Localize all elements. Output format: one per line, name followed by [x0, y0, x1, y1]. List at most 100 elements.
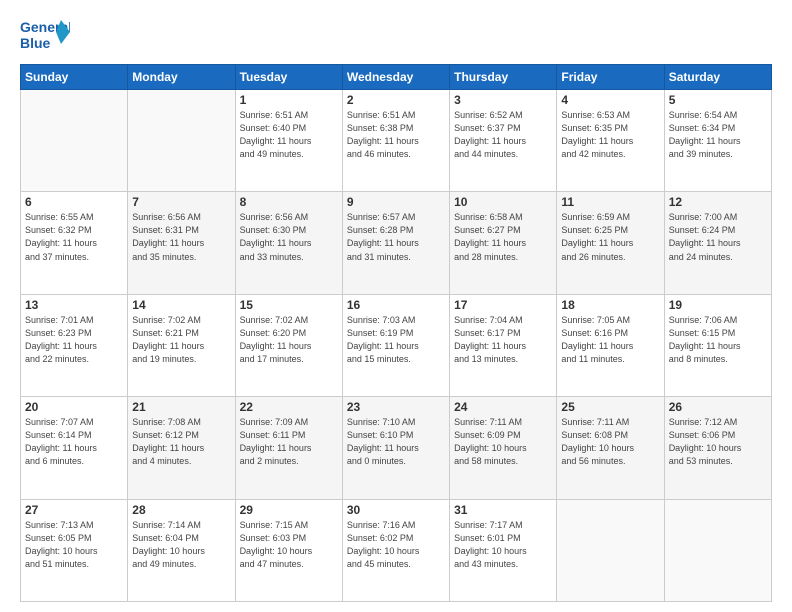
- day-number: 15: [240, 298, 338, 312]
- day-number: 23: [347, 400, 445, 414]
- calendar-cell: 29Sunrise: 7:15 AM Sunset: 6:03 PM Dayli…: [235, 499, 342, 601]
- day-detail: Sunrise: 7:02 AM Sunset: 6:21 PM Dayligh…: [132, 314, 230, 366]
- day-number: 8: [240, 195, 338, 209]
- day-number: 11: [561, 195, 659, 209]
- day-detail: Sunrise: 7:13 AM Sunset: 6:05 PM Dayligh…: [25, 519, 123, 571]
- calendar-cell: 25Sunrise: 7:11 AM Sunset: 6:08 PM Dayli…: [557, 397, 664, 499]
- calendar-header-sunday: Sunday: [21, 65, 128, 90]
- calendar-cell: 5 Sunrise: 6:54 AM Sunset: 6:34 PM Daylig…: [664, 90, 771, 192]
- calendar-header-row: SundayMondayTuesdayWednesdayThursdayFrid…: [21, 65, 772, 90]
- calendar-week-2: 6 Sunrise: 6:55 AM Sunset: 6:32 PM Daylig…: [21, 192, 772, 294]
- day-number: 29: [240, 503, 338, 517]
- day-number: 6: [25, 195, 123, 209]
- calendar-cell: 17 Sunrise: 7:04 AM Sunset: 6:17 PM Dayli…: [450, 294, 557, 396]
- calendar-cell: 18 Sunrise: 7:05 AM Sunset: 6:16 PM Dayli…: [557, 294, 664, 396]
- day-number: 7: [132, 195, 230, 209]
- day-number: 14: [132, 298, 230, 312]
- calendar-header-tuesday: Tuesday: [235, 65, 342, 90]
- calendar-table: SundayMondayTuesdayWednesdayThursdayFrid…: [20, 64, 772, 602]
- calendar-cell: 9 Sunrise: 6:57 AM Sunset: 6:28 PM Daylig…: [342, 192, 449, 294]
- calendar-cell: 15 Sunrise: 7:02 AM Sunset: 6:20 PM Dayli…: [235, 294, 342, 396]
- day-number: 16: [347, 298, 445, 312]
- day-detail: Sunrise: 7:17 AM Sunset: 6:01 PM Dayligh…: [454, 519, 552, 571]
- calendar-week-4: 20Sunrise: 7:07 AM Sunset: 6:14 PM Dayli…: [21, 397, 772, 499]
- day-detail: Sunrise: 7:07 AM Sunset: 6:14 PM Dayligh…: [25, 416, 123, 468]
- day-detail: Sunrise: 7:06 AM Sunset: 6:15 PM Dayligh…: [669, 314, 767, 366]
- calendar-cell: 30 Sunrise: 7:16 AM Sunset: 6:02 PM Dayli…: [342, 499, 449, 601]
- logo: GeneralBlue: [20, 16, 70, 54]
- day-detail: Sunrise: 7:04 AM Sunset: 6:17 PM Dayligh…: [454, 314, 552, 366]
- calendar-cell: [128, 90, 235, 192]
- day-number: 5: [669, 93, 767, 107]
- day-number: 27: [25, 503, 123, 517]
- calendar-cell: 19 Sunrise: 7:06 AM Sunset: 6:15 PM Dayli…: [664, 294, 771, 396]
- day-number: 17: [454, 298, 552, 312]
- calendar-cell: 20Sunrise: 7:07 AM Sunset: 6:14 PM Dayli…: [21, 397, 128, 499]
- day-number: 1: [240, 93, 338, 107]
- day-detail: Sunrise: 7:11 AM Sunset: 6:09 PM Dayligh…: [454, 416, 552, 468]
- day-number: 13: [25, 298, 123, 312]
- day-number: 12: [669, 195, 767, 209]
- day-number: 4: [561, 93, 659, 107]
- calendar-cell: 22 Sunrise: 7:09 AM Sunset: 6:11 PM Dayli…: [235, 397, 342, 499]
- day-number: 31: [454, 503, 552, 517]
- calendar-cell: [21, 90, 128, 192]
- day-detail: Sunrise: 6:56 AM Sunset: 6:30 PM Dayligh…: [240, 211, 338, 263]
- calendar-cell: 21 Sunrise: 7:08 AM Sunset: 6:12 PM Dayli…: [128, 397, 235, 499]
- day-detail: Sunrise: 7:14 AM Sunset: 6:04 PM Dayligh…: [132, 519, 230, 571]
- calendar-cell: 24 Sunrise: 7:11 AM Sunset: 6:09 PM Dayli…: [450, 397, 557, 499]
- day-number: 22: [240, 400, 338, 414]
- day-number: 30: [347, 503, 445, 517]
- calendar-cell: 27 Sunrise: 7:13 AM Sunset: 6:05 PM Dayli…: [21, 499, 128, 601]
- calendar-week-5: 27 Sunrise: 7:13 AM Sunset: 6:05 PM Dayli…: [21, 499, 772, 601]
- day-detail: Sunrise: 6:53 AM Sunset: 6:35 PM Dayligh…: [561, 109, 659, 161]
- day-number: 25: [561, 400, 659, 414]
- day-number: 24: [454, 400, 552, 414]
- day-detail: Sunrise: 6:55 AM Sunset: 6:32 PM Dayligh…: [25, 211, 123, 263]
- day-number: 3: [454, 93, 552, 107]
- day-detail: Sunrise: 6:51 AM Sunset: 6:40 PM Dayligh…: [240, 109, 338, 161]
- day-detail: Sunrise: 7:05 AM Sunset: 6:16 PM Dayligh…: [561, 314, 659, 366]
- calendar-cell: 11 Sunrise: 6:59 AM Sunset: 6:25 PM Dayli…: [557, 192, 664, 294]
- day-detail: Sunrise: 7:01 AM Sunset: 6:23 PM Dayligh…: [25, 314, 123, 366]
- day-detail: Sunrise: 7:16 AM Sunset: 6:02 PM Dayligh…: [347, 519, 445, 571]
- day-detail: Sunrise: 7:08 AM Sunset: 6:12 PM Dayligh…: [132, 416, 230, 468]
- calendar-cell: 6 Sunrise: 6:55 AM Sunset: 6:32 PM Daylig…: [21, 192, 128, 294]
- day-number: 2: [347, 93, 445, 107]
- day-detail: Sunrise: 7:03 AM Sunset: 6:19 PM Dayligh…: [347, 314, 445, 366]
- day-number: 21: [132, 400, 230, 414]
- day-number: 19: [669, 298, 767, 312]
- calendar-cell: 16 Sunrise: 7:03 AM Sunset: 6:19 PM Dayli…: [342, 294, 449, 396]
- calendar-cell: 23 Sunrise: 7:10 AM Sunset: 6:10 PM Dayli…: [342, 397, 449, 499]
- day-detail: Sunrise: 6:57 AM Sunset: 6:28 PM Dayligh…: [347, 211, 445, 263]
- calendar-header-thursday: Thursday: [450, 65, 557, 90]
- calendar-cell: 4 Sunrise: 6:53 AM Sunset: 6:35 PM Daylig…: [557, 90, 664, 192]
- calendar-cell: 2 Sunrise: 6:51 AM Sunset: 6:38 PM Daylig…: [342, 90, 449, 192]
- calendar-cell: 13 Sunrise: 7:01 AM Sunset: 6:23 PM Dayli…: [21, 294, 128, 396]
- svg-text:Blue: Blue: [20, 35, 51, 51]
- day-detail: Sunrise: 7:09 AM Sunset: 6:11 PM Dayligh…: [240, 416, 338, 468]
- day-detail: Sunrise: 7:12 AM Sunset: 6:06 PM Dayligh…: [669, 416, 767, 468]
- calendar-cell: 8 Sunrise: 6:56 AM Sunset: 6:30 PM Daylig…: [235, 192, 342, 294]
- day-number: 18: [561, 298, 659, 312]
- day-detail: Sunrise: 6:56 AM Sunset: 6:31 PM Dayligh…: [132, 211, 230, 263]
- calendar-header-friday: Friday: [557, 65, 664, 90]
- day-number: 9: [347, 195, 445, 209]
- calendar-header-monday: Monday: [128, 65, 235, 90]
- calendar-cell: 26Sunrise: 7:12 AM Sunset: 6:06 PM Dayli…: [664, 397, 771, 499]
- calendar-cell: 12Sunrise: 7:00 AM Sunset: 6:24 PM Dayli…: [664, 192, 771, 294]
- page: GeneralBlue SundayMondayTuesdayWednesday…: [0, 0, 792, 612]
- calendar-cell: [664, 499, 771, 601]
- calendar-cell: 10Sunrise: 6:58 AM Sunset: 6:27 PM Dayli…: [450, 192, 557, 294]
- logo-svg: GeneralBlue: [20, 16, 70, 54]
- day-detail: Sunrise: 7:02 AM Sunset: 6:20 PM Dayligh…: [240, 314, 338, 366]
- calendar-cell: 28 Sunrise: 7:14 AM Sunset: 6:04 PM Dayli…: [128, 499, 235, 601]
- calendar-cell: [557, 499, 664, 601]
- calendar-week-1: 1 Sunrise: 6:51 AM Sunset: 6:40 PM Daylig…: [21, 90, 772, 192]
- day-number: 28: [132, 503, 230, 517]
- day-detail: Sunrise: 6:51 AM Sunset: 6:38 PM Dayligh…: [347, 109, 445, 161]
- day-detail: Sunrise: 7:10 AM Sunset: 6:10 PM Dayligh…: [347, 416, 445, 468]
- day-detail: Sunrise: 6:54 AM Sunset: 6:34 PM Dayligh…: [669, 109, 767, 161]
- day-detail: Sunrise: 6:59 AM Sunset: 6:25 PM Dayligh…: [561, 211, 659, 263]
- calendar-header-saturday: Saturday: [664, 65, 771, 90]
